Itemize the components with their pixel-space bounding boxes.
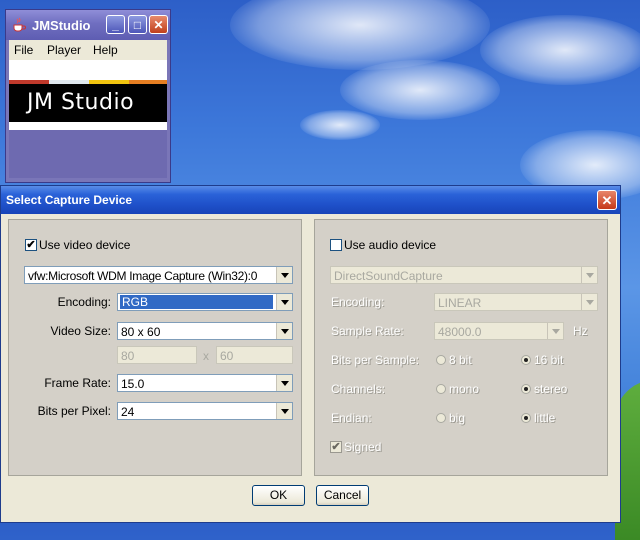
- minimize-button[interactable]: _: [106, 15, 125, 34]
- video-width-field[interactable]: 80: [117, 346, 197, 364]
- chevron-down-icon[interactable]: [276, 294, 292, 310]
- video-device-select[interactable]: vfw:Microsoft WDM Image Capture (Win32):…: [24, 266, 293, 284]
- sample-rate-select[interactable]: 48000.0: [434, 322, 564, 340]
- radio-little[interactable]: [521, 413, 531, 423]
- use-audio-label: Use audio device: [344, 238, 437, 252]
- capture-device-dialog: Select Capture Device ✕ ✔ Use video devi…: [0, 185, 621, 523]
- java-cup-icon: [13, 17, 26, 32]
- frame-rate-value: 15.0: [121, 377, 145, 391]
- jmstudio-logo: JM Studio: [9, 60, 167, 130]
- maximize-button[interactable]: □: [128, 15, 147, 34]
- radio-16bit-label: 16 bit: [534, 353, 564, 367]
- chevron-down-icon[interactable]: [581, 267, 597, 283]
- jmstudio-title: JMStudio: [32, 18, 91, 33]
- chevron-down-icon[interactable]: [581, 294, 597, 310]
- use-audio-checkbox[interactable]: [330, 239, 342, 251]
- video-size-label: Video Size:: [50, 324, 112, 338]
- audio-panel: Use audio device DirectSoundCapture Enco…: [314, 219, 608, 476]
- audio-device-select[interactable]: DirectSoundCapture: [330, 266, 598, 284]
- bits-per-pixel-select[interactable]: 24: [117, 402, 293, 420]
- radio-16bit[interactable]: [521, 355, 531, 365]
- ok-button[interactable]: OK: [252, 485, 305, 506]
- radio-little-label: little: [534, 411, 556, 425]
- frame-rate-select[interactable]: 15.0: [117, 374, 293, 392]
- menu-file[interactable]: File: [14, 43, 33, 57]
- use-video-checkbox[interactable]: ✔: [25, 239, 37, 251]
- video-encoding-select[interactable]: RGB: [117, 293, 293, 311]
- chevron-down-icon[interactable]: [276, 323, 292, 339]
- endian-label: Endian:: [331, 411, 372, 425]
- radio-8bit-label: 8 bit: [449, 353, 472, 367]
- dialog-title: Select Capture Device: [6, 193, 133, 207]
- video-size-value: 80 x 60: [121, 325, 161, 339]
- radio-stereo[interactable]: [521, 384, 531, 394]
- bits-per-pixel-label: Bits per Pixel:: [37, 404, 111, 418]
- bits-per-pixel-value: 24: [121, 405, 135, 419]
- video-panel: ✔ Use video device vfw:Microsoft WDM Ima…: [8, 219, 302, 476]
- audio-device-value: DirectSoundCapture: [334, 269, 443, 283]
- radio-big[interactable]: [436, 413, 446, 423]
- audio-encoding-value: LINEAR: [438, 296, 482, 310]
- cancel-button[interactable]: Cancel: [316, 485, 369, 506]
- size-separator: x: [203, 349, 209, 363]
- radio-big-label: big: [449, 411, 466, 425]
- encoding-label: Encoding:: [57, 295, 111, 309]
- video-height-value: 60: [220, 349, 234, 363]
- video-size-select[interactable]: 80 x 60: [117, 322, 293, 340]
- signed-checkbox[interactable]: ✔: [330, 441, 342, 453]
- use-video-label: Use video device: [39, 238, 131, 252]
- radio-stereo-label: stereo: [534, 382, 568, 396]
- jmstudio-window: JMStudio _ □ ✕ File Player Help JM Studi…: [5, 9, 171, 183]
- video-width-value: 80: [121, 349, 135, 363]
- hz-label: Hz: [573, 324, 588, 338]
- video-device-value: vfw:Microsoft WDM Image Capture (Win32):…: [28, 269, 258, 283]
- frame-rate-label: Frame Rate:: [44, 376, 111, 390]
- close-button[interactable]: ✕: [149, 15, 168, 34]
- menu-help[interactable]: Help: [93, 43, 118, 57]
- chevron-down-icon[interactable]: [276, 375, 292, 391]
- radio-8bit[interactable]: [436, 355, 446, 365]
- bits-per-sample-label: Bits per Sample:: [331, 353, 420, 367]
- dialog-close-button[interactable]: ✕: [597, 190, 617, 210]
- audio-encoding-label: Encoding:: [331, 295, 385, 309]
- chevron-down-icon[interactable]: [547, 323, 563, 339]
- menu-player[interactable]: Player: [47, 43, 81, 57]
- video-encoding-value: RGB: [120, 295, 273, 309]
- radio-mono[interactable]: [436, 384, 446, 394]
- signed-label: Signed: [344, 440, 382, 454]
- channels-label: Channels:: [331, 382, 386, 396]
- jmstudio-content-area: [9, 130, 167, 178]
- jmstudio-titlebar[interactable]: JMStudio _ □ ✕: [6, 10, 170, 40]
- radio-mono-label: mono: [449, 382, 480, 396]
- chevron-down-icon[interactable]: [276, 267, 292, 283]
- logo-text: JM Studio: [27, 90, 135, 115]
- audio-encoding-select[interactable]: LINEAR: [434, 293, 598, 311]
- dialog-titlebar[interactable]: Select Capture Device ✕: [1, 186, 620, 214]
- sample-rate-value: 48000.0: [438, 325, 482, 339]
- jmstudio-menubar: File Player Help: [9, 40, 167, 60]
- chevron-down-icon[interactable]: [276, 403, 292, 419]
- video-height-field[interactable]: 60: [216, 346, 293, 364]
- sample-rate-label: Sample Rate:: [331, 324, 404, 338]
